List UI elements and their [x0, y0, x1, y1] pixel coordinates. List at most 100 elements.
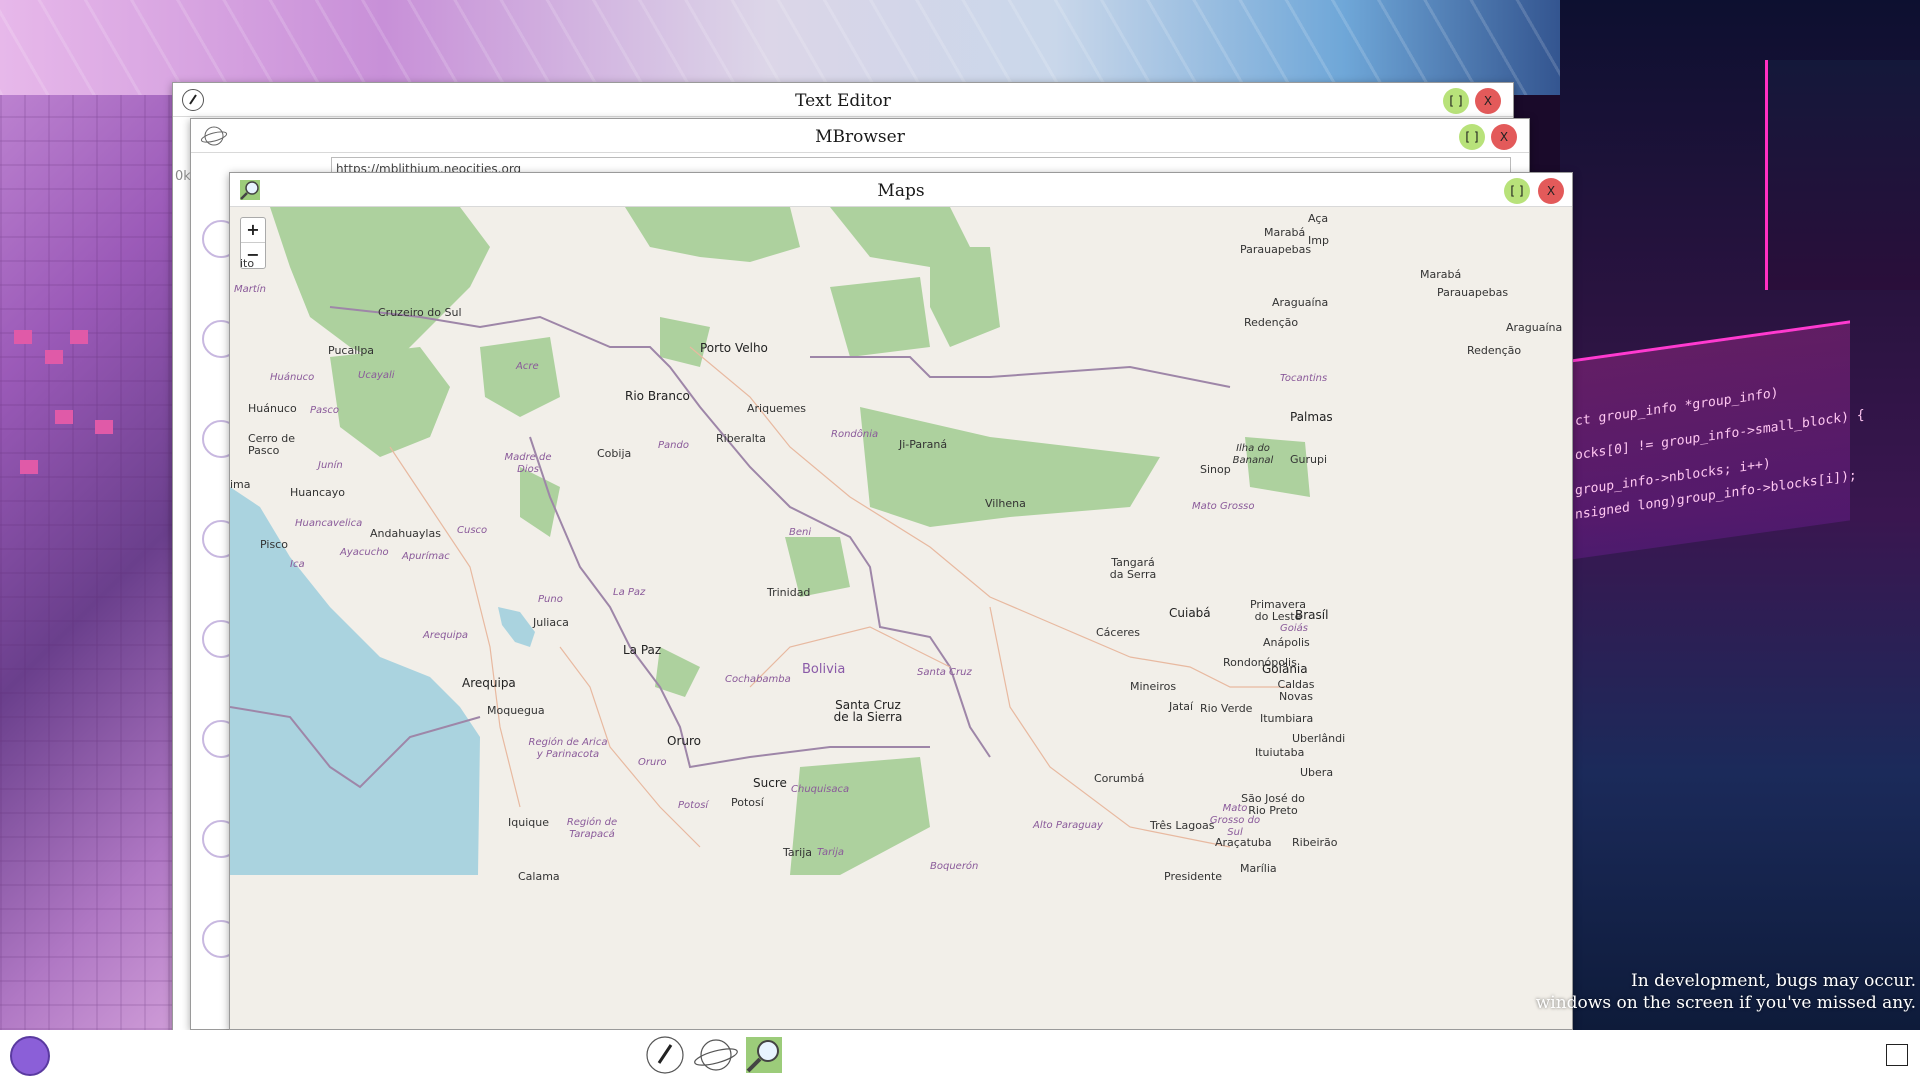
- region-label: Huancavelica: [295, 518, 363, 529]
- close-button[interactable]: X: [1475, 88, 1501, 114]
- region-label: Cochabamba: [725, 674, 791, 685]
- map-label: Gurupi: [1290, 453, 1328, 466]
- map-label: Caldas Novas: [1277, 678, 1315, 703]
- maximize-button[interactable]: [ ]: [1504, 178, 1530, 204]
- map-label: Potosí: [731, 796, 764, 809]
- map-label: Araguaína: [1272, 296, 1329, 309]
- region-label: Junín: [318, 460, 343, 471]
- map-label: Ji-Paraná: [899, 438, 948, 451]
- maps-window: Maps [ ] X + − Cruzeiro do Sul Porto Vel…: [229, 172, 1573, 1030]
- region-label: Rondônia: [831, 429, 879, 440]
- map-label: Cobija: [597, 447, 632, 460]
- map-label: Itumbiara: [1260, 712, 1314, 725]
- text-editor-titlebar[interactable]: Text Editor [ ] X: [173, 83, 1513, 117]
- map-label: Presidente: [1164, 870, 1223, 883]
- map-label: Araguaína: [1506, 321, 1563, 334]
- map-label: Rio Branco: [625, 389, 690, 403]
- map-label: Parauapebas: [1437, 286, 1509, 299]
- region-label: Pasco: [310, 405, 339, 416]
- map-label: Bolivia: [802, 662, 846, 677]
- map-label: Cerro de Pasco: [248, 432, 296, 457]
- map-label: Ariquemes: [747, 402, 807, 415]
- pencil-icon[interactable]: [645, 1035, 685, 1075]
- map-label: ito: [240, 257, 255, 270]
- map-label: Sinop: [1200, 463, 1231, 476]
- map-label: Iquique: [508, 816, 549, 829]
- map-label: Marília: [1240, 862, 1277, 875]
- dev-note-line: windows on the screen if you've missed a…: [1535, 993, 1916, 1013]
- close-button[interactable]: X: [1538, 178, 1564, 204]
- browser-titlebar[interactable]: MBrowser [ ] X: [191, 119, 1529, 153]
- region-label: Pando: [658, 440, 689, 451]
- map-label: Pisco: [260, 538, 288, 551]
- map-label: Ubera: [1300, 766, 1334, 779]
- region-label: Región de Tarapacá: [566, 817, 618, 840]
- region-label: Santa Cruz: [917, 667, 972, 678]
- dev-note-line: In development, bugs may occur.: [1631, 971, 1916, 991]
- map-label: Cáceres: [1096, 626, 1141, 639]
- region-label: Alto Paraguay: [1033, 820, 1103, 831]
- map-label: Riberalta: [716, 432, 766, 445]
- map-label: Calama: [518, 870, 560, 883]
- map-label: Marabá: [1264, 226, 1306, 239]
- region-label: Ica: [290, 559, 305, 570]
- maximize-button[interactable]: [ ]: [1443, 88, 1469, 114]
- map-label: Cuiabá: [1169, 606, 1211, 620]
- planet-icon[interactable]: [692, 1035, 740, 1075]
- map-label: Ilha do Bananal: [1232, 443, 1274, 466]
- region-label: Mato Grosso: [1192, 501, 1255, 512]
- map-label: Palmas: [1290, 410, 1333, 424]
- region-label: Cusco: [457, 525, 488, 536]
- region-label: Apurímac: [402, 551, 450, 562]
- region-label: Tocantins: [1280, 373, 1328, 384]
- taskbar: [0, 1030, 1920, 1080]
- region-label: Región de Arica y Parinacota: [528, 737, 608, 760]
- region-label: Goiás: [1280, 623, 1308, 634]
- map-label: La Paz: [623, 643, 662, 657]
- map-label: Tangará da Serra: [1109, 556, 1157, 581]
- close-button[interactable]: X: [1491, 124, 1517, 150]
- map-label: Vilhena: [985, 497, 1026, 510]
- region-label: Huánuco: [270, 372, 315, 383]
- map-label: Juliaca: [533, 616, 569, 629]
- map-label: Parauapebas: [1240, 243, 1312, 256]
- region-label: Chuquisaca: [791, 784, 850, 795]
- map-label: Arequipa: [462, 676, 516, 690]
- map-label: Tarija: [783, 846, 813, 859]
- map-label: Rio Verde: [1200, 702, 1253, 715]
- wallpaper-screen: [1765, 60, 1920, 290]
- map-label: Huánuco: [248, 402, 297, 415]
- region-label: Beni: [789, 527, 812, 538]
- region-label: Mato Grosso do Sul: [1209, 803, 1261, 838]
- map-label: Imp: [1308, 234, 1329, 247]
- browser-side-text: 0k: [175, 169, 191, 184]
- region-label: Ucayali: [358, 370, 395, 381]
- sticky-note: [95, 420, 113, 434]
- map-label: Sucre: [753, 776, 787, 790]
- map-label: Redenção: [1467, 344, 1522, 357]
- map-label: Brasíl: [1295, 608, 1329, 622]
- dev-note: In development, bugs may occur. windows …: [1536, 970, 1916, 1014]
- map-label: Huancayo: [290, 486, 345, 499]
- map-label: Marabá: [1420, 268, 1462, 281]
- region-label: Martín: [234, 284, 266, 295]
- show-desktop-icon[interactable]: [1886, 1044, 1908, 1066]
- magnifier-map-icon[interactable]: [744, 1035, 784, 1075]
- region-label: Oruro: [638, 757, 667, 768]
- window-title: MBrowser: [815, 127, 905, 147]
- region-label: Madre de Dios: [504, 452, 552, 475]
- map-label: Goiânia: [1262, 662, 1308, 676]
- region-label: Puno: [538, 594, 563, 605]
- region-label: Potosí: [678, 800, 709, 811]
- map-label: Anápolis: [1263, 636, 1310, 649]
- map-label: Pucallpa: [328, 344, 375, 357]
- zoom-in-button[interactable]: +: [241, 218, 265, 243]
- map-label: Porto Velho: [700, 341, 768, 355]
- start-orb-icon[interactable]: [10, 1036, 50, 1076]
- map-view[interactable]: + − Cruzeiro do Sul Porto Velho Rio Bran…: [230, 207, 1572, 1029]
- region-label: Tarija: [817, 847, 844, 858]
- map-label: Ituiutaba: [1255, 746, 1305, 759]
- map-label: Redenção: [1244, 316, 1299, 329]
- maximize-button[interactable]: [ ]: [1459, 124, 1485, 150]
- maps-titlebar[interactable]: Maps [ ] X: [230, 173, 1572, 207]
